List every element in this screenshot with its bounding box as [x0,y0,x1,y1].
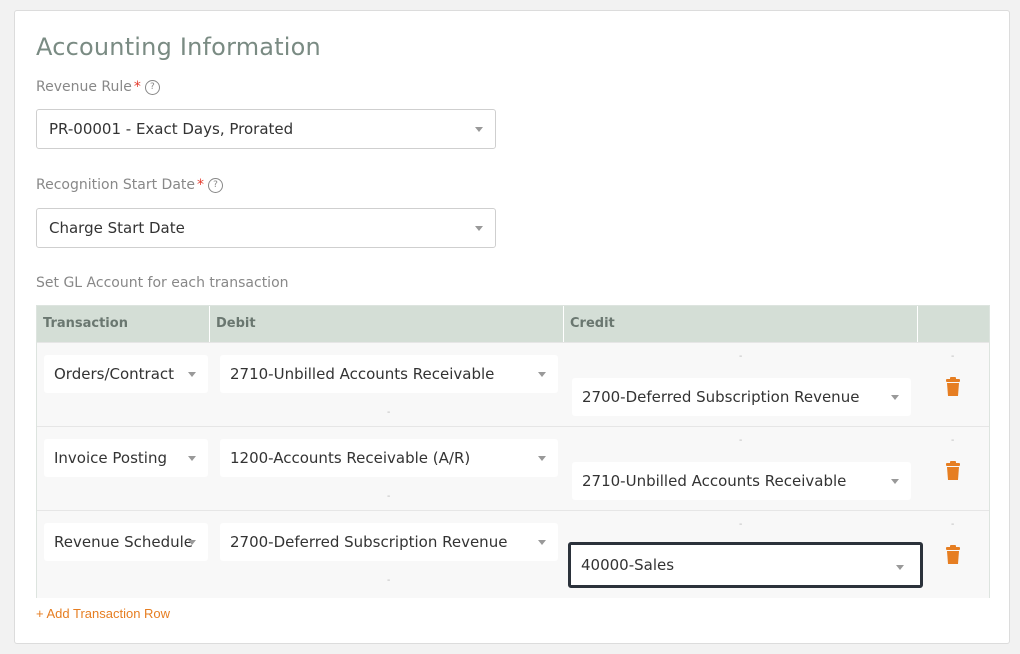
section-title: Accounting Information [36,33,321,61]
debit-select[interactable]: 2710-Unbilled Accounts Receivable [220,355,558,393]
transaction-value: Revenue Schedule [54,533,194,551]
credit-value: 2700-Deferred Subscription Revenue [582,388,860,406]
debit-value: 2710-Unbilled Accounts Receivable [230,365,495,383]
chevron-down-icon [538,456,546,461]
gl-account-table: Transaction Debit Credit Orders/Contract… [36,305,990,598]
placeholder-dash: - [387,575,391,586]
table-row: Invoice Posting 1200-Accounts Receivable… [37,426,989,511]
debit-select[interactable]: 1200-Accounts Receivable (A/R) [220,439,558,477]
chevron-down-icon [538,540,546,545]
debit-value: 2700-Deferred Subscription Revenue [230,533,508,551]
table-row: Orders/Contract 2710-Unbilled Accounts R… [37,342,989,427]
placeholder-dash: - [387,491,391,502]
chevron-down-icon [891,395,899,400]
help-icon[interactable]: ? [208,177,224,193]
header-transaction: Transaction [43,316,128,331]
add-transaction-row-link[interactable]: + Add Transaction Row [36,606,170,621]
header-debit: Debit [209,306,563,342]
transaction-select[interactable]: Orders/Contract [44,355,208,393]
credit-value: 2710-Unbilled Accounts Receivable [582,472,847,490]
transaction-value: Orders/Contract [54,365,175,383]
chevron-down-icon [188,372,196,377]
placeholder-dash: - [387,407,391,418]
chevron-down-icon [188,540,196,545]
table-row: Revenue Schedule 2700-Deferred Subscript… [37,510,989,598]
revenue-rule-select[interactable]: PR-00001 - Exact Days, Prorated [36,109,496,149]
table-header: Transaction Debit Credit [37,306,989,342]
gl-account-label: Set GL Account for each transaction [36,275,289,291]
transaction-select[interactable]: Revenue Schedule [44,523,208,561]
credit-select[interactable]: 40000-Sales [568,542,923,588]
chevron-down-icon [188,456,196,461]
revenue-rule-label-row: Revenue Rule * ? [36,79,160,95]
chevron-down-icon [475,225,483,231]
debit-select[interactable]: 2700-Deferred Subscription Revenue [220,523,558,561]
trash-icon[interactable] [945,461,961,481]
transaction-select[interactable]: Invoice Posting [44,439,208,477]
debit-value: 1200-Accounts Receivable (A/R) [230,449,471,467]
header-credit: Credit [563,306,917,342]
header-actions [917,306,989,342]
chevron-down-icon [475,126,483,132]
accounting-card: Accounting Information Revenue Rule * ? … [14,10,1010,644]
recognition-start-value: Charge Start Date [49,219,185,237]
revenue-rule-label: Revenue Rule [36,79,132,95]
transaction-value: Invoice Posting [54,449,167,467]
placeholder-dash: - [951,351,955,362]
credit-value: 40000-Sales [581,556,675,574]
recognition-start-label-row: Recognition Start Date * ? [36,177,224,193]
placeholder-dash: - [739,435,743,446]
credit-select[interactable]: 2700-Deferred Subscription Revenue [572,378,911,416]
credit-select[interactable]: 2710-Unbilled Accounts Receivable [572,462,911,500]
revenue-rule-value: PR-00001 - Exact Days, Prorated [49,120,294,138]
recognition-start-select[interactable]: Charge Start Date [36,208,496,248]
required-marker: * [197,177,205,193]
placeholder-dash: - [951,519,955,530]
trash-icon[interactable] [945,377,961,397]
recognition-start-label: Recognition Start Date [36,177,196,193]
placeholder-dash: - [739,351,743,362]
chevron-down-icon [538,372,546,377]
placeholder-dash: - [951,435,955,446]
chevron-down-icon [891,479,899,484]
required-marker: * [133,79,141,95]
chevron-down-icon [896,565,904,570]
placeholder-dash: - [739,519,743,530]
trash-icon[interactable] [945,545,961,565]
help-icon[interactable]: ? [144,79,160,95]
